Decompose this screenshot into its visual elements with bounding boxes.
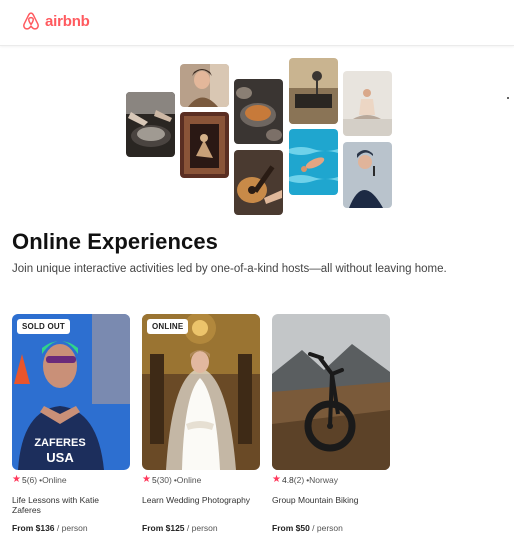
collage-photo-yoga — [343, 71, 392, 136]
price-value: From $50 — [272, 523, 310, 533]
brand-name: airbnb — [45, 12, 90, 30]
collage-photo-woman-smiling — [180, 64, 229, 107]
airbnb-logo[interactable]: airbnb — [22, 11, 90, 31]
page-title: Online Experiences — [12, 229, 218, 254]
page-subtitle: Join unique interactive activities led b… — [12, 263, 447, 275]
card-title[interactable]: Learn Wedding Photography — [142, 495, 260, 515]
collage-photo-guitar — [234, 150, 283, 215]
jersey-text-usa: USA — [46, 450, 74, 465]
star-icon: ★ — [12, 474, 21, 485]
jersey-text-zaferes: ZAFERES — [34, 437, 85, 449]
collage-photo-singer — [343, 142, 392, 208]
card-rating: ★ 4.8 (2) •Norway — [272, 474, 390, 486]
card-price: From $136 / person — [12, 523, 130, 533]
card-photo-bride[interactable]: ONLINE — [142, 314, 260, 470]
review-count: (2) — [293, 475, 305, 485]
card-price: From $50 / person — [272, 523, 390, 533]
price-value: From $125 — [142, 523, 185, 533]
card-price: From $125 / person — [142, 523, 260, 533]
review-count: (6) — [26, 475, 38, 485]
status-badge: SOLD OUT — [17, 319, 70, 334]
card-photo-mountain-bike[interactable] — [272, 314, 390, 470]
card-rating: ★ 5 (6) •Online — [12, 474, 130, 486]
card-location: •Online — [39, 475, 67, 485]
collage-photo-cooking-hands — [126, 92, 175, 157]
price-unit: / person — [54, 523, 88, 533]
card-location: •Online — [173, 475, 202, 485]
experience-card-life-lessons[interactable]: ZAFERES USA SOLD OUT ★ 5 (6) •Online Lif… — [12, 314, 130, 533]
star-icon: ★ — [142, 474, 151, 485]
price-unit: / person — [309, 523, 343, 533]
airbnb-logo-icon — [23, 12, 39, 30]
collage-photo-ornate-frame — [180, 112, 229, 178]
collage-photo-microphone-studio — [289, 58, 338, 124]
star-icon: ★ — [272, 474, 281, 485]
card-photo-athlete[interactable]: ZAFERES USA SOLD OUT — [12, 314, 130, 470]
stray-dot — [507, 97, 509, 99]
collage-photo-swimming-pool — [289, 129, 338, 195]
experience-card-wedding-photography[interactable]: ONLINE ★ 5 (30) •Online Learn Wedding Ph… — [142, 314, 260, 533]
card-location: •Norway — [306, 475, 338, 485]
price-value: From $136 — [12, 523, 55, 533]
collage-photo-food-bowls — [234, 79, 283, 144]
card-title[interactable]: Group Mountain Biking — [272, 495, 390, 515]
review-count: (30) — [156, 475, 172, 485]
status-badge: ONLINE — [147, 319, 189, 334]
rating-value: 4.8 — [281, 475, 294, 485]
card-rating: ★ 5 (30) •Online — [142, 474, 260, 486]
price-unit: / person — [184, 523, 218, 533]
experience-card-mountain-biking[interactable]: ★ 4.8 (2) •Norway Group Mountain Biking … — [272, 314, 390, 533]
top-header: airbnb — [0, 0, 514, 46]
card-title[interactable]: Life Lessons with Katie Zaferes — [12, 495, 130, 515]
